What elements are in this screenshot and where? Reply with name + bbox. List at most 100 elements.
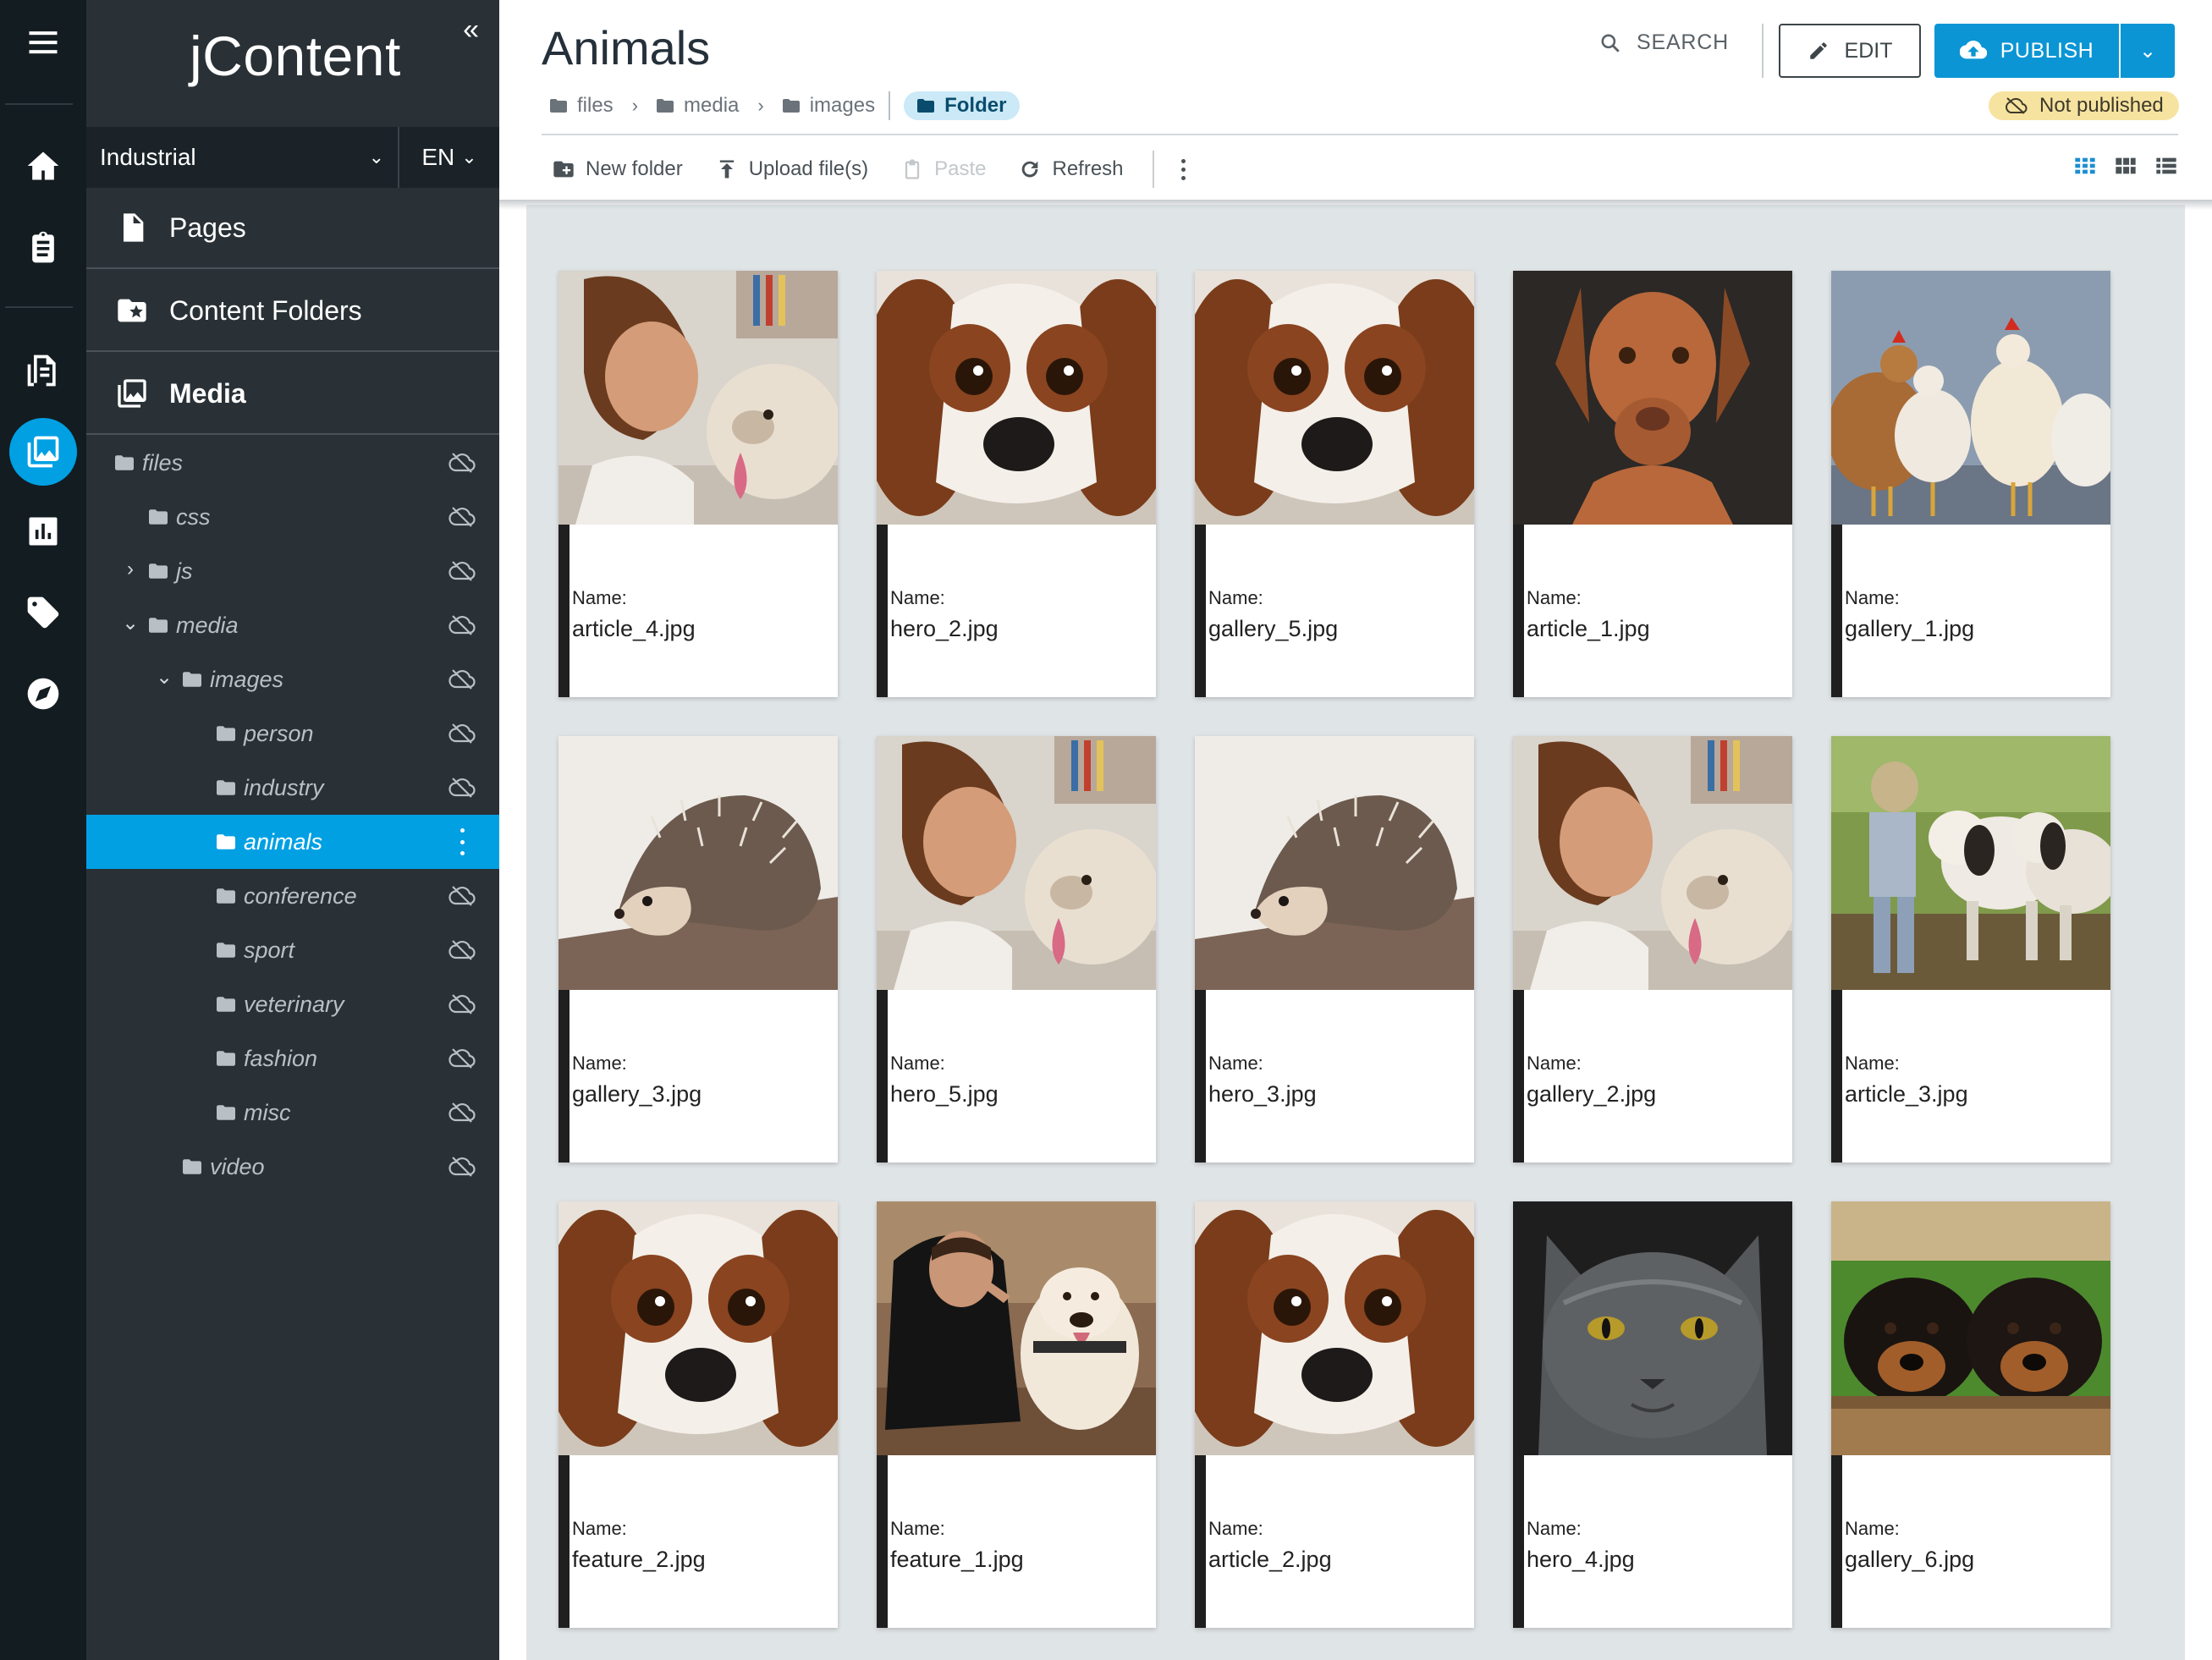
file-card[interactable]: Name: article_2.jpg	[1195, 1201, 1474, 1628]
folder-icon	[183, 672, 201, 687]
tree-item-animals[interactable]: animals	[86, 815, 499, 869]
tag-icon[interactable]	[0, 579, 86, 646]
card-status-bar	[559, 1455, 570, 1628]
tree-item-label: files	[142, 450, 184, 475]
more-actions-icon[interactable]	[1173, 158, 1194, 180]
cloud-off-icon	[448, 668, 476, 690]
clipboard-icon	[905, 159, 920, 179]
clipboard-icon[interactable]	[0, 213, 86, 281]
file-card[interactable]: Name: article_3.jpg	[1831, 736, 2110, 1163]
folder-icon	[550, 99, 567, 113]
folder-icon	[183, 1159, 201, 1174]
tree-item-css[interactable]: css	[86, 490, 499, 544]
upload-icon	[719, 160, 734, 179]
tree-item-person[interactable]: person	[86, 706, 499, 761]
cloud-upload-icon	[1959, 41, 1987, 59]
nav-section-content-folders[interactable]: Content Folders	[86, 271, 499, 352]
file-card[interactable]: Name: feature_2.jpg	[559, 1201, 838, 1628]
nav-section-media[interactable]: Media	[86, 354, 499, 435]
paste-button[interactable]: Paste	[890, 142, 996, 196]
file-name: article_1.jpg	[1527, 616, 1650, 641]
nav-section-pages[interactable]: Pages	[86, 188, 499, 269]
view-grid-small-icon[interactable]	[2073, 154, 2097, 178]
card-status-bar	[877, 990, 888, 1163]
file-card[interactable]: Name: hero_5.jpg	[877, 736, 1156, 1163]
view-grid-large-icon[interactable]	[2114, 154, 2138, 178]
chevron-down-icon: ⌄	[368, 146, 384, 168]
tree-item-js[interactable]: › js	[86, 544, 499, 598]
file-name: hero_3.jpg	[1208, 1081, 1317, 1107]
tree-item-fashion[interactable]: fashion	[86, 1031, 499, 1086]
language-switcher[interactable]: EN ⌄	[399, 127, 499, 188]
cloud-off-icon	[448, 885, 476, 907]
file-name-label: Name:	[1208, 1518, 1263, 1539]
card-status-bar	[877, 1455, 888, 1628]
file-card[interactable]: Name: gallery_6.jpg	[1831, 1201, 2110, 1628]
pencil-icon	[1809, 42, 1827, 59]
file-name: gallery_5.jpg	[1208, 616, 1339, 641]
media-icon[interactable]	[0, 418, 86, 486]
file-name-label: Name:	[1527, 1053, 1582, 1074]
publish-menu-button[interactable]: ⌄	[2121, 24, 2175, 78]
folder-icon	[217, 997, 235, 1012]
file-thumbnail-girl-dog	[877, 736, 1156, 990]
tree-item-sport[interactable]: sport	[86, 923, 499, 977]
file-card[interactable]: Name: feature_1.jpg	[877, 1201, 1156, 1628]
search-button[interactable]: SEARCH	[1599, 30, 1729, 55]
file-thumbnail-man-dog	[877, 1201, 1156, 1455]
page-composer-icon[interactable]	[0, 337, 86, 404]
site-name: Industrial	[100, 144, 196, 170]
file-name-label: Name:	[1208, 587, 1263, 608]
breadcrumb-item-files[interactable]: files	[550, 94, 614, 118]
tree-item-images[interactable]: ⌄ images	[86, 652, 499, 706]
tree-item-files[interactable]: files	[86, 436, 499, 490]
file-card[interactable]: Name: gallery_5.jpg	[1195, 271, 1474, 697]
file-thumbnail-hedgehog	[559, 736, 838, 990]
file-name-label: Name:	[890, 1053, 945, 1074]
tree-item-conference[interactable]: conference	[86, 869, 499, 923]
breadcrumb-item-images[interactable]: images	[782, 94, 875, 118]
tree-item-industry[interactable]: industry	[86, 761, 499, 815]
file-card[interactable]: Name: hero_2.jpg	[877, 271, 1156, 697]
hamburger-menu-icon[interactable]	[0, 8, 86, 76]
collapse-panel-icon[interactable]: «	[463, 14, 479, 47]
chevron-down-icon[interactable]: ⌄	[154, 668, 174, 688]
cloud-off-icon	[2006, 97, 2028, 114]
tree-item-media[interactable]: ⌄ media	[86, 598, 499, 652]
file-card[interactable]: Name: gallery_2.jpg	[1513, 736, 1792, 1163]
edit-button[interactable]: EDIT	[1779, 24, 1921, 78]
toolbar: New folder Upload file(s) Paste Refresh	[542, 142, 2178, 196]
file-name: feature_2.jpg	[572, 1547, 706, 1572]
breadcrumb-item-media[interactable]: media	[657, 94, 739, 118]
file-card[interactable]: Name: article_4.jpg	[559, 271, 838, 697]
file-card[interactable]: Name: gallery_3.jpg	[559, 736, 838, 1163]
new-folder-button[interactable]: New folder	[542, 142, 693, 196]
view-list-icon[interactable]	[2154, 154, 2178, 178]
folder-icon	[115, 455, 134, 470]
refresh-button[interactable]: Refresh	[1008, 142, 1133, 196]
publish-button[interactable]: PUBLISH	[1934, 24, 2119, 78]
file-card[interactable]: Name: hero_3.jpg	[1195, 736, 1474, 1163]
tree-item-veterinary[interactable]: veterinary	[86, 977, 499, 1031]
upload-files-button[interactable]: Upload file(s)	[705, 142, 878, 196]
chevron-right-icon[interactable]: ›	[120, 559, 140, 580]
tree-item-video[interactable]: video	[86, 1140, 499, 1194]
more-actions-icon[interactable]	[459, 828, 465, 855]
nav-section-label: Pages	[169, 212, 246, 243]
analytics-icon[interactable]	[0, 497, 86, 565]
tree-item-misc[interactable]: misc	[86, 1086, 499, 1140]
card-status-bar	[877, 525, 888, 697]
chevron-down-icon[interactable]: ⌄	[120, 613, 140, 634]
file-card[interactable]: Name: hero_4.jpg	[1513, 1201, 1792, 1628]
file-name-label: Name:	[1527, 587, 1582, 608]
site-switcher[interactable]: Industrial ⌄	[86, 127, 399, 188]
cloud-off-icon	[448, 723, 476, 745]
rail-divider	[5, 103, 73, 105]
compass-icon[interactable]	[0, 660, 86, 728]
file-thumbnail-chickens	[1831, 271, 2110, 525]
home-icon[interactable]	[0, 132, 86, 200]
cloud-off-icon	[448, 506, 476, 528]
file-card[interactable]: Name: article_1.jpg	[1513, 271, 1792, 697]
file-card[interactable]: Name: gallery_1.jpg	[1831, 271, 2110, 697]
cloud-off-icon	[448, 614, 476, 636]
